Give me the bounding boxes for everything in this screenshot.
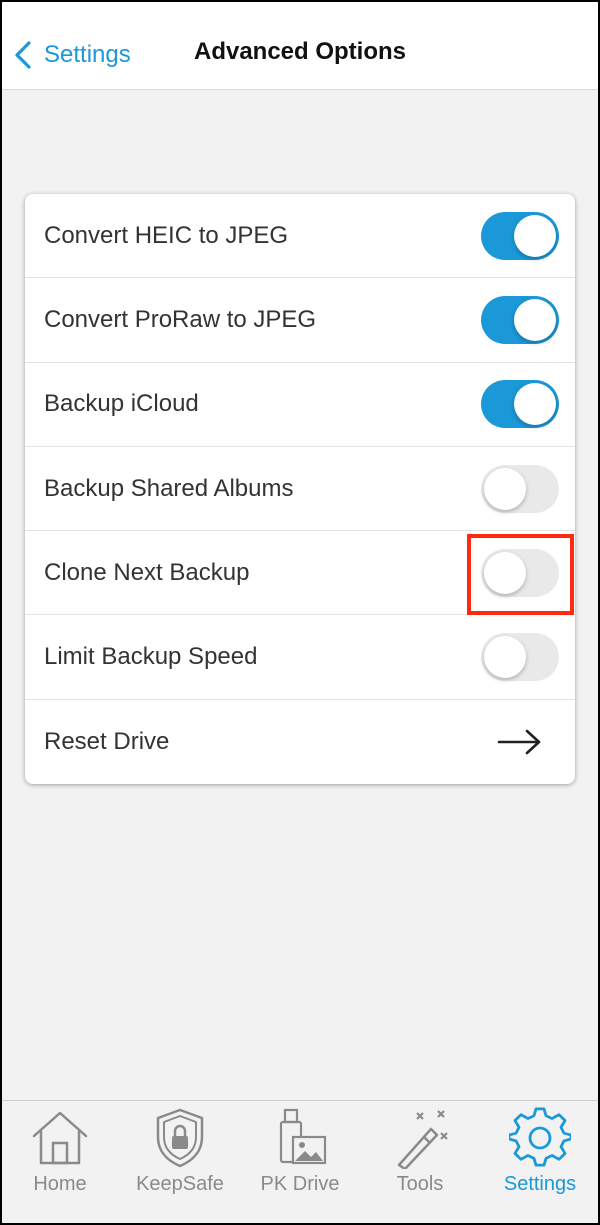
option-label: Backup iCloud xyxy=(44,390,199,418)
gear-icon xyxy=(509,1107,571,1167)
convert-proraw-toggle[interactable] xyxy=(481,295,559,344)
backup-icloud-toggle[interactable] xyxy=(481,380,559,429)
limit-backup-speed-toggle[interactable] xyxy=(481,633,559,682)
home-icon xyxy=(32,1111,88,1165)
options-card: Convert HEIC to JPEG Convert ProRaw to J… xyxy=(25,194,575,784)
page-title: Advanced Options xyxy=(193,38,407,65)
option-row-clone-next-backup: Clone Next Backup xyxy=(25,531,575,616)
tab-home[interactable]: Home xyxy=(0,1101,120,1225)
reset-drive-label: Reset Drive xyxy=(44,727,170,755)
tab-label: Home xyxy=(33,1173,87,1195)
toggle-knob xyxy=(514,214,556,257)
convert-heic-toggle[interactable] xyxy=(481,211,559,260)
option-label: Limit Backup Speed xyxy=(44,643,258,671)
tab-label: PK Drive xyxy=(260,1173,340,1195)
tab-bar: Home KeepSafe PK Drive Tools Settings xyxy=(0,1100,600,1225)
tab-label: KeepSafe xyxy=(136,1173,224,1195)
option-label: Backup Shared Albums xyxy=(44,474,294,502)
option-label: Clone Next Backup xyxy=(44,558,250,586)
toggle-knob xyxy=(484,636,526,679)
tab-pk-drive[interactable]: PK Drive xyxy=(240,1101,360,1225)
toggle-knob xyxy=(514,298,556,341)
tab-tools[interactable]: Tools xyxy=(360,1101,480,1225)
nav-bar: Settings Advanced Options xyxy=(0,0,600,90)
option-label: Convert HEIC to JPEG xyxy=(44,221,289,249)
option-row-backup-shared-albums: Backup Shared Albums xyxy=(25,447,575,532)
tab-keepsafe[interactable]: KeepSafe xyxy=(120,1101,240,1225)
option-row-backup-icloud: Backup iCloud xyxy=(25,363,575,447)
option-row-convert-heic: Convert HEIC to JPEG xyxy=(25,194,575,279)
shield-lock-icon xyxy=(156,1108,204,1168)
clone-next-backup-toggle[interactable] xyxy=(481,548,559,597)
arrow-right-icon xyxy=(497,729,541,755)
tab-settings[interactable]: Settings xyxy=(480,1101,600,1225)
drive-photo-icon xyxy=(279,1108,327,1165)
tab-label: Tools xyxy=(396,1173,444,1195)
option-label: Convert ProRaw to JPEG xyxy=(44,305,317,333)
backup-shared-albums-toggle[interactable] xyxy=(481,464,559,513)
toggle-knob xyxy=(514,383,556,426)
toggle-knob xyxy=(484,551,526,594)
option-row-limit-backup-speed: Limit Backup Speed xyxy=(25,615,575,700)
magic-wand-icon xyxy=(397,1110,448,1169)
reset-drive-row[interactable]: Reset Drive xyxy=(25,700,575,784)
tab-label: Settings xyxy=(503,1173,577,1195)
toggle-knob xyxy=(484,467,526,510)
option-row-convert-proraw: Convert ProRaw to JPEG xyxy=(25,278,575,363)
